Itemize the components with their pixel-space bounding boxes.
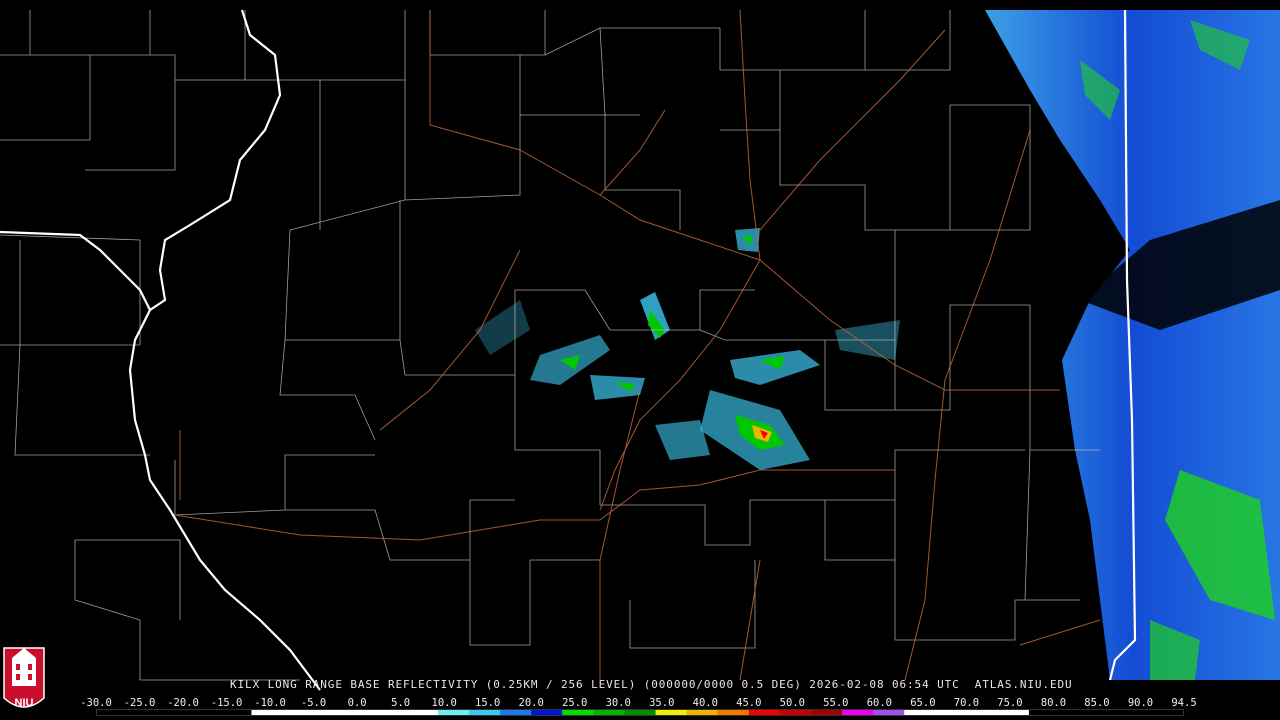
scale-segment (593, 710, 625, 715)
scale-segment (997, 710, 1029, 715)
scale-label: 5.0 (391, 697, 411, 709)
scale-label: -20.0 (167, 697, 199, 709)
scale-label: -10.0 (254, 697, 286, 709)
color-scale-labels: -30.0 -25.0 -20.0 -15.0 -10.0 -5.0 0.0 5… (80, 697, 1197, 709)
scale-segment (655, 710, 687, 715)
scale-segment (437, 710, 470, 715)
scale-label: 45.0 (736, 697, 762, 709)
scale-label: -25.0 (123, 697, 156, 709)
scale-label: 75.0 (997, 697, 1023, 709)
scale-segment (966, 710, 998, 715)
scale-label: 65.0 (910, 697, 936, 709)
scale-label: 80.0 (1040, 697, 1067, 709)
niu-logo: NIU (3, 647, 45, 709)
scale-segment (935, 710, 967, 715)
scale-segment (500, 710, 532, 715)
scale-segment (251, 710, 283, 715)
scale-label: 35.0 (649, 697, 675, 709)
scale-label: -15.0 (210, 697, 243, 709)
scale-segment (904, 710, 936, 715)
scale-label: -5.0 (300, 697, 327, 709)
scale-label: 20.0 (518, 697, 544, 709)
scale-label: 30.0 (605, 697, 631, 709)
scale-segment (313, 710, 346, 715)
scale-segment (873, 710, 905, 715)
logo-text: NIU (15, 697, 34, 709)
scale-label: 50.0 (779, 697, 805, 709)
scale-label: 55.0 (823, 697, 849, 709)
scale-segment (562, 710, 594, 715)
scale-label: -30.0 (80, 697, 112, 709)
scale-segment (282, 710, 314, 715)
scale-segment (717, 710, 750, 715)
scale-segment (779, 710, 812, 715)
scale-label: 15.0 (475, 697, 501, 709)
radar-map (0, 0, 1280, 720)
scale-segment (686, 710, 719, 715)
color-scale-bar (96, 709, 1184, 716)
product-caption: KILX LONG RANGE BASE REFLECTIVITY (0.25K… (230, 678, 1073, 691)
scale-segment (624, 710, 656, 715)
scale-segment (375, 710, 408, 715)
scale-segment (810, 710, 843, 715)
scale-segment (344, 710, 377, 715)
scale-segment (842, 710, 874, 715)
scale-label: 94.5 (1171, 697, 1197, 709)
scale-segment (406, 710, 439, 715)
scale-label: 85.0 (1084, 697, 1110, 709)
scale-segment (531, 710, 563, 715)
scale-label: 25.0 (562, 697, 588, 709)
scale-label: 70.0 (953, 697, 980, 709)
scale-segment (469, 710, 501, 715)
scale-label: 60.0 (866, 697, 893, 709)
scale-label: 0.0 (347, 697, 367, 709)
scale-label: 90.0 (1127, 697, 1154, 709)
scale-label: 10.0 (431, 697, 457, 709)
scale-label: 40.0 (692, 697, 718, 709)
scale-segment (748, 710, 781, 715)
